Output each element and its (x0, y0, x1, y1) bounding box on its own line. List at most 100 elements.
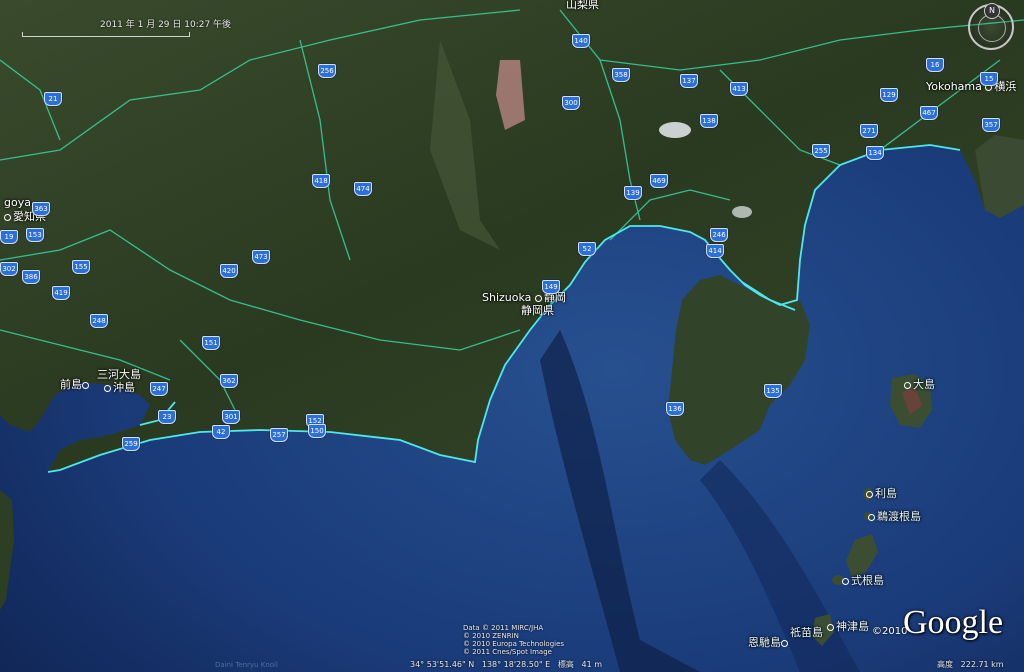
route-shield-icon: 414 (706, 244, 724, 258)
island-label-udone-text: 鵜渡根島 (877, 510, 921, 523)
place-label-oki: 沖島 (104, 381, 135, 394)
place-marker-icon (868, 513, 875, 521)
route-shield-icon: 358 (612, 68, 630, 82)
route-shield-icon: 138 (700, 114, 718, 128)
route-shield-icon: 357 (982, 118, 1000, 132)
route-shield-icon: 301 (222, 410, 240, 424)
navigation-compass[interactable]: N (968, 3, 1014, 50)
place-label-mikawa: 三河大島 (97, 368, 141, 381)
route-shield-icon: 259 (122, 437, 140, 451)
place-marker-icon (82, 381, 89, 389)
place-marker-icon (904, 381, 911, 389)
route-shield-icon: 42 (212, 425, 230, 439)
place-label-mae-text: 前島 (60, 378, 82, 391)
island-label-kozu-text: 神津島 (836, 620, 869, 633)
route-shield-icon: 255 (812, 144, 830, 158)
eye-altitude: 高度 222.71 km (937, 659, 1004, 670)
route-shield-icon: 418 (312, 174, 330, 188)
place-marker-icon (842, 577, 849, 585)
route-shield-icon: 467 (920, 106, 938, 120)
route-shield-icon: 413 (730, 82, 748, 96)
route-shield-icon: 136 (666, 402, 684, 416)
island-label-toshima: 利島 (866, 487, 897, 500)
compass-north-indicator[interactable]: N (984, 3, 1000, 19)
island-label-udone: 鵜渡根島 (868, 510, 921, 523)
altitude-value: 222.71 km (960, 660, 1004, 669)
attribution-line: © 2010 ZENRIN (463, 632, 519, 640)
undersea-feature-label: Daini Tenryu Knoll (215, 661, 278, 669)
attribution-line: Data © 2011 MIRC/JHA (463, 624, 544, 632)
route-shield-icon: 19 (0, 230, 18, 244)
place-label-oki-text: 沖島 (113, 381, 135, 394)
route-shield-icon: 52 (578, 242, 596, 256)
route-shield-icon: 246 (710, 228, 728, 242)
place-marker-icon (534, 294, 542, 302)
latitude-readout: 34° 53'51.46" N (410, 660, 475, 669)
route-shield-icon: 248 (90, 314, 108, 328)
route-shield-icon: 271 (860, 124, 878, 138)
hakone-cloud (732, 206, 752, 218)
place-label-nagoya: goya (4, 196, 31, 209)
place-marker-icon (104, 384, 111, 392)
route-shield-icon: 302 (0, 262, 18, 276)
island-label-shikine: 式根島 (842, 574, 884, 587)
route-shield-icon: 420 (220, 264, 238, 278)
route-shield-icon: 419 (52, 286, 70, 300)
map-view[interactable]: 2011 年 1 月 29 日 10:27 午後 N goya 愛知県 山梨県 … (0, 0, 1024, 672)
pointer-coordinates: 34° 53'51.46" N 138° 18'28.50" E 標高 41 m (410, 659, 602, 670)
route-shield-icon: 256 (318, 64, 336, 78)
island-label-oshima-text: 大島 (913, 378, 935, 391)
attribution-line: © 2010 Europa Technologies (463, 640, 565, 648)
place-marker-icon (866, 490, 873, 498)
attribution-line: © 2011 Cnes/Spot Image (463, 648, 552, 656)
place-marker-icon (827, 623, 834, 631)
island-label-onbase-text: 恩馳島 (748, 636, 781, 649)
place-label-mae: 前島 (60, 378, 91, 391)
place-label-yokohama: Yokohama 横浜 (926, 80, 1016, 93)
route-shield-icon: 153 (26, 228, 44, 242)
route-shield-icon: 469 (650, 174, 668, 188)
route-shield-icon: 474 (354, 182, 372, 196)
place-label-shizuoka-pref: 静岡県 (521, 304, 554, 317)
place-label-shizuoka-en: Shizuoka (482, 291, 532, 304)
route-shield-icon: 134 (866, 146, 884, 160)
altitude-label: 高度 (937, 660, 953, 669)
route-shield-icon: 21 (44, 92, 62, 106)
route-shield-icon: 15 (980, 72, 998, 86)
place-label-yamanashi: 山梨県 (566, 0, 599, 11)
route-shield-icon: 155 (72, 260, 90, 274)
island-label-shikine-text: 式根島 (851, 574, 884, 587)
route-shield-icon: 386 (22, 270, 40, 284)
route-shield-icon: 247 (150, 382, 168, 396)
google-logo: Google (903, 604, 1004, 641)
longitude-readout: 138° 18'28.50" E (481, 660, 551, 669)
route-shield-icon: 362 (220, 374, 238, 388)
route-shield-icon: 140 (572, 34, 590, 48)
route-shield-icon: 23 (158, 410, 176, 424)
route-shield-icon: 151 (202, 336, 220, 350)
scale-bar (22, 32, 190, 37)
island-label-oshima: 大島 (904, 378, 935, 391)
route-shield-icon: 129 (880, 88, 898, 102)
elevation-label: 標高 (557, 660, 574, 669)
route-shield-icon: 300 (562, 96, 580, 110)
route-shield-icon: 137 (680, 74, 698, 88)
place-marker-icon (4, 213, 11, 221)
route-shield-icon: 149 (542, 280, 560, 294)
mt-fuji-snow (659, 122, 691, 138)
route-shield-icon: 139 (624, 186, 642, 200)
route-shield-icon: 150 (308, 424, 326, 438)
island-label-kozu: 神津島 (827, 620, 869, 633)
route-shield-icon: 363 (32, 202, 50, 216)
image-date: 2011 年 1 月 29 日 10:27 午後 (100, 20, 232, 30)
place-marker-icon (781, 639, 788, 647)
route-shield-icon: 135 (764, 384, 782, 398)
island-label-sonae: 祗苗島 (790, 626, 823, 639)
satellite-imagery (0, 0, 1024, 672)
data-attribution: Data © 2011 MIRC/JHA © 2010 ZENRIN © 201… (463, 624, 564, 656)
place-label-yokohama-en: Yokohama (926, 80, 982, 93)
elevation-value: 41 m (581, 660, 603, 669)
route-shield-icon: 16 (926, 58, 944, 72)
island-label-onbase: 恩馳島 (748, 636, 790, 649)
island-label-toshima-text: 利島 (875, 487, 897, 500)
